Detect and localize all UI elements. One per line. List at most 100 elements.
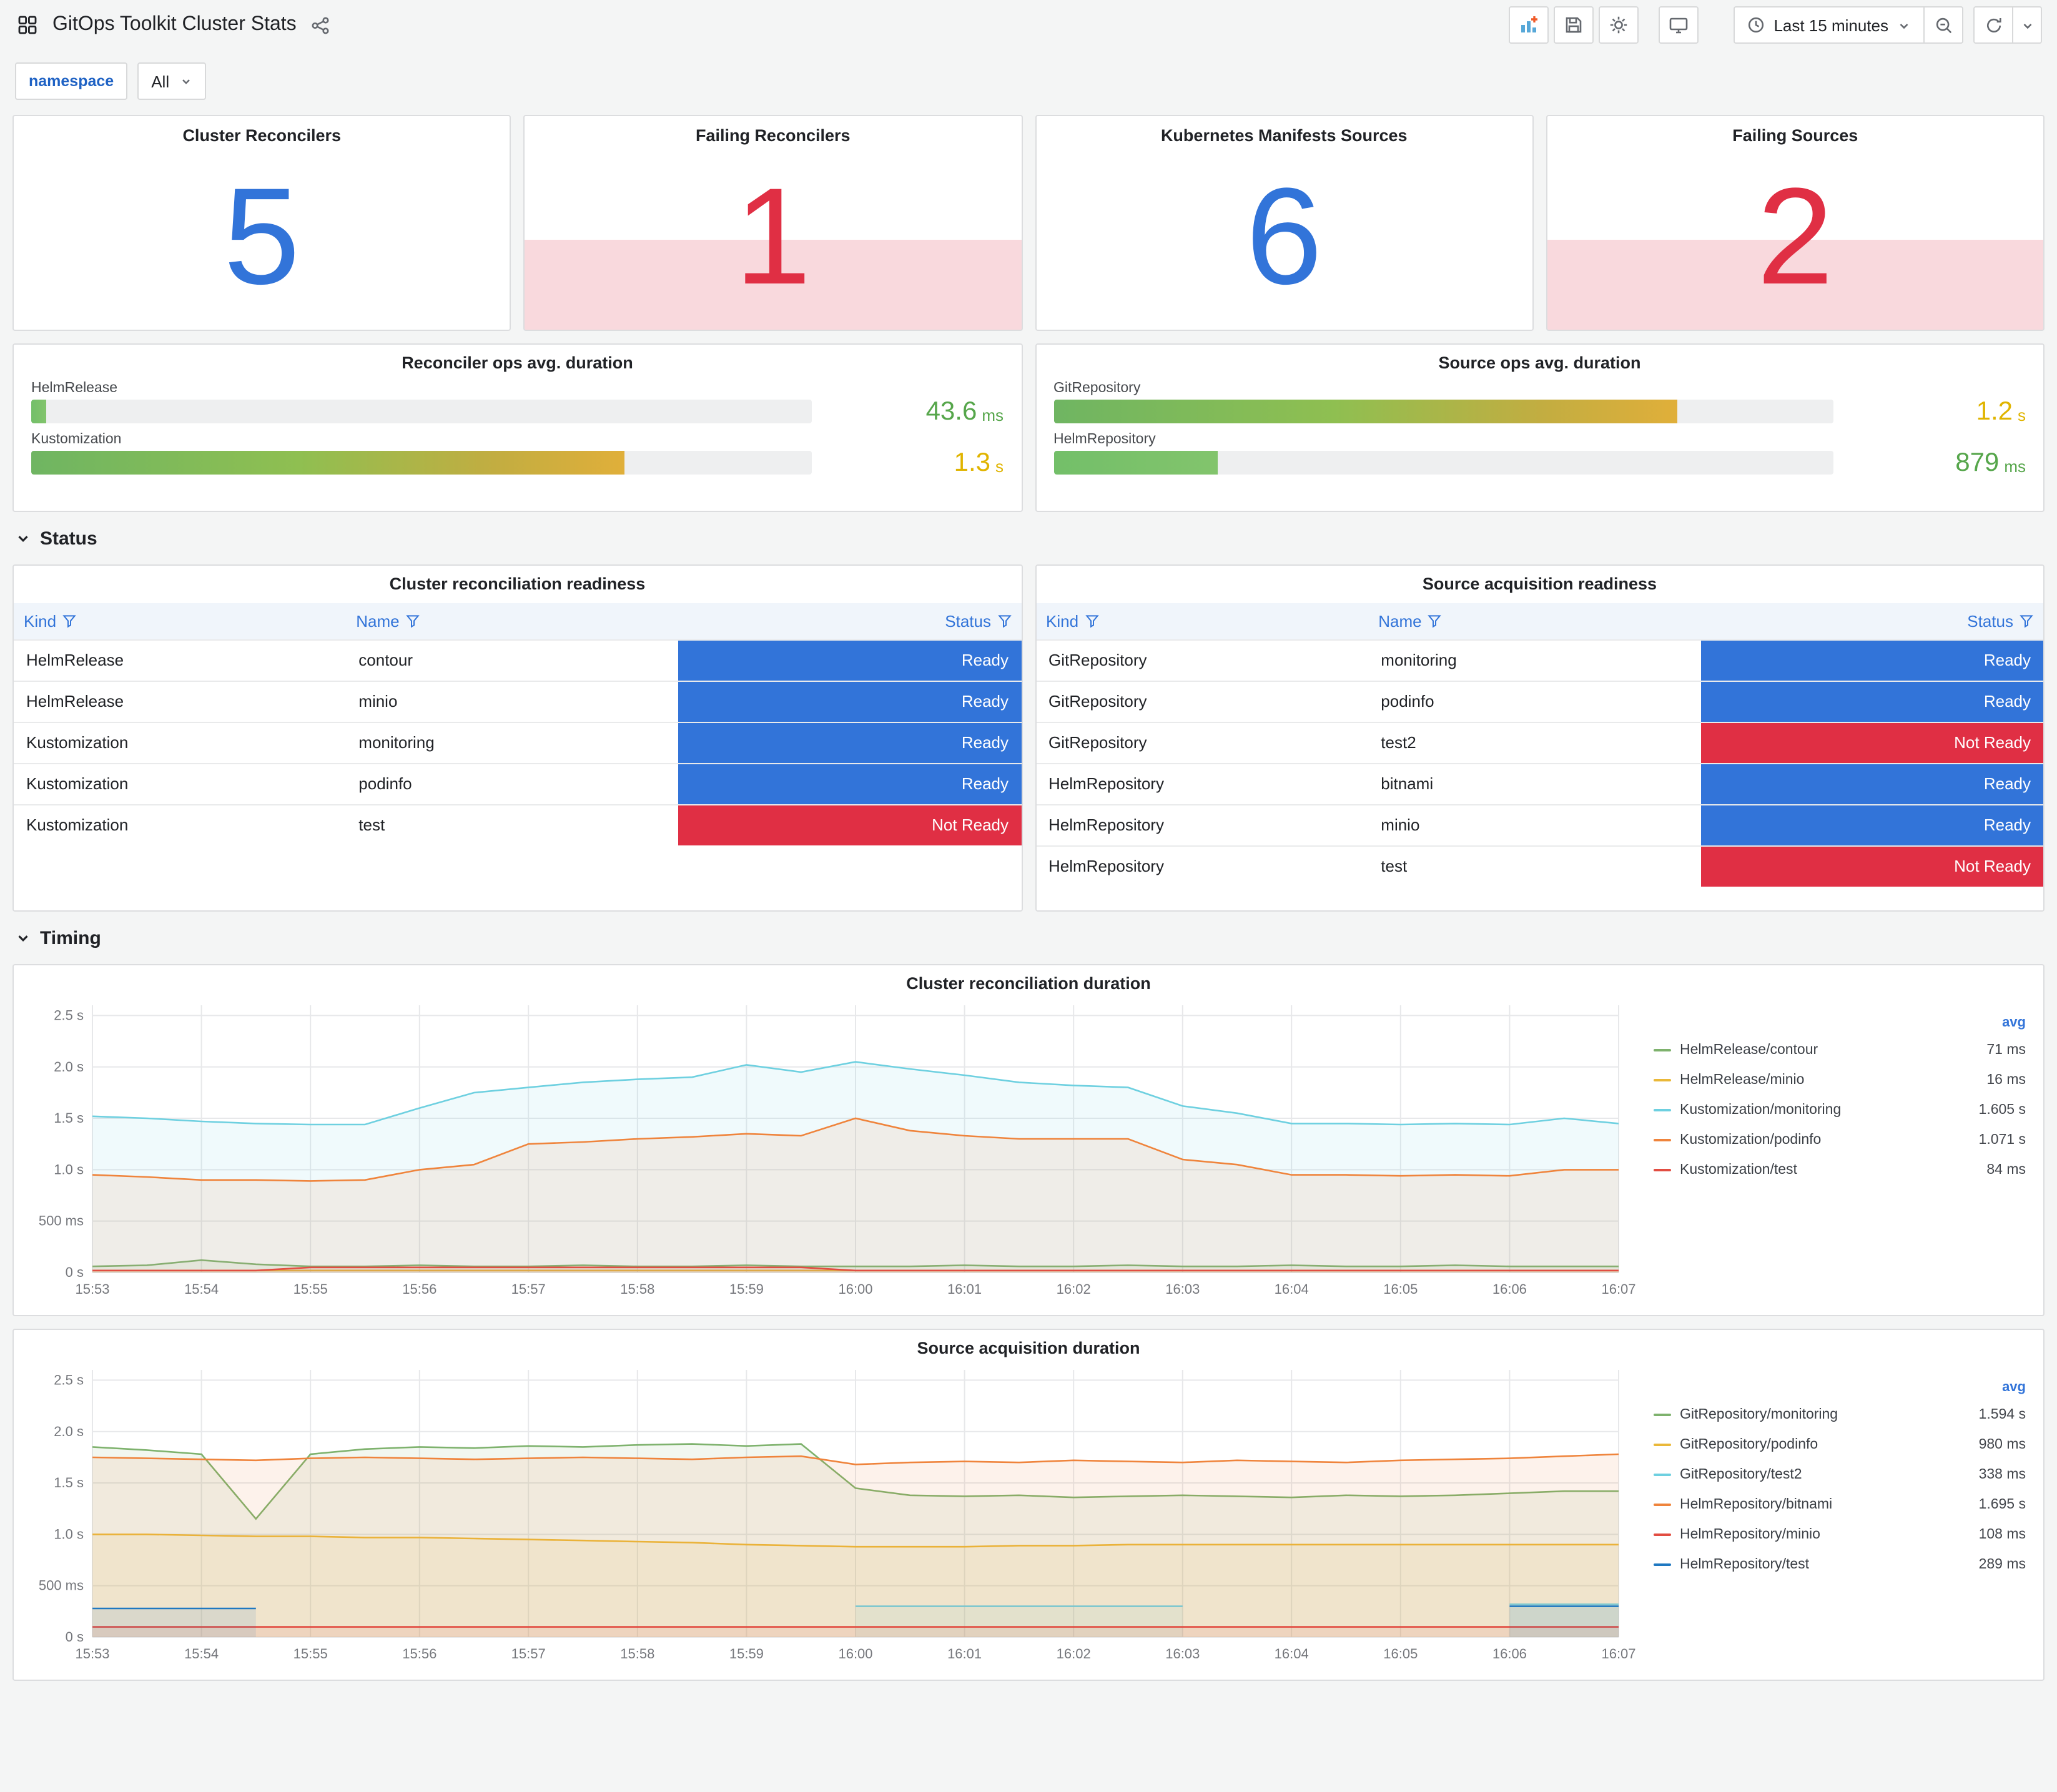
- status-cell: Ready: [678, 639, 1021, 681]
- series-name: Kustomization/monitoring: [1680, 1103, 1842, 1118]
- dashboard-grid-icon[interactable]: [15, 12, 40, 37]
- save-dashboard-button[interactable]: [1554, 6, 1594, 44]
- series-color-swatch: [1654, 1413, 1671, 1417]
- table-row: HelmRepository bitnami Ready: [1036, 762, 2043, 804]
- panel-title: Reconciler ops avg. duration: [402, 353, 633, 372]
- add-panel-button[interactable]: [1509, 6, 1549, 44]
- chevron-down-icon: [18, 535, 28, 542]
- table-row: Kustomization podinfo Ready: [14, 762, 1021, 804]
- column-header-name[interactable]: Name: [346, 603, 679, 639]
- section-status[interactable]: Status: [12, 512, 2045, 564]
- time-series-chart[interactable]: 15:53 15:54 15:55 15:56 15:57 15:58 15:59 16:00…: [24, 1360, 1636, 1667]
- table-cell: podinfo: [1368, 680, 1701, 722]
- refresh-interval-caret[interactable]: [2012, 6, 2042, 44]
- table-row: HelmRepository test Not Ready: [1036, 845, 2043, 887]
- table-row: Kustomization test Not Ready: [14, 804, 1021, 845]
- status-cell: Ready: [1700, 762, 2043, 804]
- section-timing[interactable]: Timing: [12, 912, 2045, 964]
- gauge-label: Kustomization: [31, 432, 122, 447]
- legend-item[interactable]: HelmRepository/bitnami 1.695 s: [1654, 1490, 2026, 1520]
- column-header-status[interactable]: Status: [1700, 603, 2043, 639]
- stat-value: 6: [1246, 160, 1323, 314]
- svg-text:15:53: 15:53: [75, 1281, 109, 1297]
- legend-item[interactable]: Kustomization/podinfo 1.071 s: [1654, 1125, 2026, 1155]
- svg-text:500 ms: 500 ms: [39, 1213, 84, 1229]
- caret-down-icon: [1900, 23, 1908, 29]
- variable-namespace-select[interactable]: All: [137, 62, 206, 100]
- series-avg-value: 1.605 s: [1978, 1103, 2026, 1118]
- variable-namespace-label[interactable]: namespace: [15, 62, 128, 100]
- time-range-picker[interactable]: Last 15 minutes: [1734, 6, 1925, 44]
- legend-item[interactable]: Kustomization/monitoring 1.605 s: [1654, 1095, 2026, 1125]
- svg-text:1.5 s: 1.5 s: [54, 1110, 84, 1126]
- series-avg-value: 289 ms: [1978, 1557, 2026, 1572]
- panel-title: Failing Sources: [1732, 126, 1858, 145]
- filter-funnel-icon: [405, 614, 420, 628]
- gauge-value: 1.2 s: [1976, 396, 2026, 425]
- table-cell: HelmRelease: [14, 680, 347, 722]
- legend-item[interactable]: HelmRelease/minio 16 ms: [1654, 1065, 2026, 1095]
- series-avg-value: 980 ms: [1978, 1437, 2026, 1452]
- legend-item[interactable]: GitRepository/test2 338 ms: [1654, 1460, 2026, 1490]
- table-cell: monitoring: [1368, 639, 1701, 681]
- bar-gauge: [31, 451, 811, 475]
- svg-text:2.5 s: 2.5 s: [54, 1007, 84, 1023]
- legend-item[interactable]: HelmRelease/contour 71 ms: [1654, 1035, 2026, 1065]
- readiness-table: Kind Name Status HelmRelease contour Ready…: [14, 603, 1021, 845]
- svg-text:16:01: 16:01: [947, 1281, 982, 1297]
- legend-item[interactable]: HelmRepository/minio 108 ms: [1654, 1520, 2026, 1550]
- table-cell: test2: [1368, 721, 1701, 763]
- series-name: Kustomization/test: [1680, 1163, 1797, 1178]
- svg-text:16:02: 16:02: [1057, 1646, 1091, 1662]
- svg-text:16:06: 16:06: [1492, 1646, 1527, 1662]
- stat-value: 1: [734, 160, 811, 314]
- legend-avg-header: avg: [2002, 1380, 2026, 1395]
- svg-text:1.5 s: 1.5 s: [54, 1475, 84, 1490]
- legend-item[interactable]: Kustomization/test 84 ms: [1654, 1155, 2026, 1185]
- table-cell: Kustomization: [14, 721, 347, 763]
- table-cell: test: [346, 804, 679, 845]
- svg-text:15:54: 15:54: [184, 1281, 219, 1297]
- stat-panels-row: Cluster Reconcilers 5 Failing Reconciler…: [12, 115, 2045, 331]
- status-cell: Not Ready: [678, 804, 1021, 845]
- cycle-view-monitor-icon[interactable]: [1659, 6, 1699, 44]
- gauge-value: 43.6 ms: [925, 396, 1004, 425]
- svg-text:16:04: 16:04: [1275, 1646, 1309, 1662]
- column-header-status[interactable]: Status: [678, 603, 1021, 639]
- legend-item[interactable]: GitRepository/podinfo 980 ms: [1654, 1430, 2026, 1460]
- panel-title: Cluster reconciliation duration: [906, 974, 1151, 993]
- section-title: Status: [40, 528, 97, 549]
- panel-title: Failing Reconcilers: [695, 126, 851, 145]
- svg-text:16:05: 16:05: [1383, 1646, 1418, 1662]
- panel-cluster-reconciliation-duration: Cluster reconciliation duration 15:53 15:…: [12, 964, 2045, 1316]
- share-icon[interactable]: [309, 13, 333, 37]
- table-cell: HelmRepository: [1036, 762, 1369, 804]
- refresh-button[interactable]: [1973, 6, 2013, 44]
- status-cell: Ready: [678, 680, 1021, 722]
- series-avg-value: 71 ms: [1986, 1043, 2026, 1058]
- column-header-kind[interactable]: Kind: [1036, 603, 1369, 639]
- gauge-label: GitRepository: [1053, 381, 1141, 396]
- table-cell: podinfo: [346, 762, 679, 804]
- column-header-kind[interactable]: Kind: [14, 603, 347, 639]
- svg-text:16:01: 16:01: [947, 1646, 982, 1662]
- table-row: GitRepository monitoring Ready: [1036, 639, 2043, 681]
- svg-text:2.0 s: 2.0 s: [54, 1059, 84, 1075]
- column-header-name[interactable]: Name: [1368, 603, 1701, 639]
- zoom-out-button[interactable]: [1923, 6, 1963, 44]
- series-name: GitRepository/podinfo: [1680, 1437, 1818, 1452]
- panel-reconciler-ops-duration: Reconciler ops avg. duration HelmRelease…: [12, 343, 1022, 512]
- settings-gear-icon[interactable]: [1599, 6, 1639, 44]
- svg-text:0 s: 0 s: [66, 1629, 84, 1645]
- panel-title: Cluster reconciliation readiness: [389, 574, 646, 593]
- legend-item[interactable]: HelmRepository/test 289 ms: [1654, 1550, 2026, 1580]
- panel-source-acquisition-duration: Source acquisition duration 15:53 15:54 15…: [12, 1329, 2045, 1681]
- dashboard-title: GitOps Toolkit Cluster Stats: [52, 14, 297, 35]
- time-series-chart[interactable]: 15:53 15:54 15:55 15:56 15:57 15:58 15:59 16:00…: [24, 995, 1636, 1302]
- svg-text:15:56: 15:56: [402, 1281, 437, 1297]
- status-cell: Not Ready: [1700, 721, 2043, 763]
- legend-item[interactable]: GitRepository/monitoring 1.594 s: [1654, 1400, 2026, 1430]
- panel-title: Cluster Reconcilers: [182, 126, 342, 145]
- series-color-swatch: [1654, 1108, 1671, 1112]
- svg-text:15:57: 15:57: [511, 1281, 546, 1297]
